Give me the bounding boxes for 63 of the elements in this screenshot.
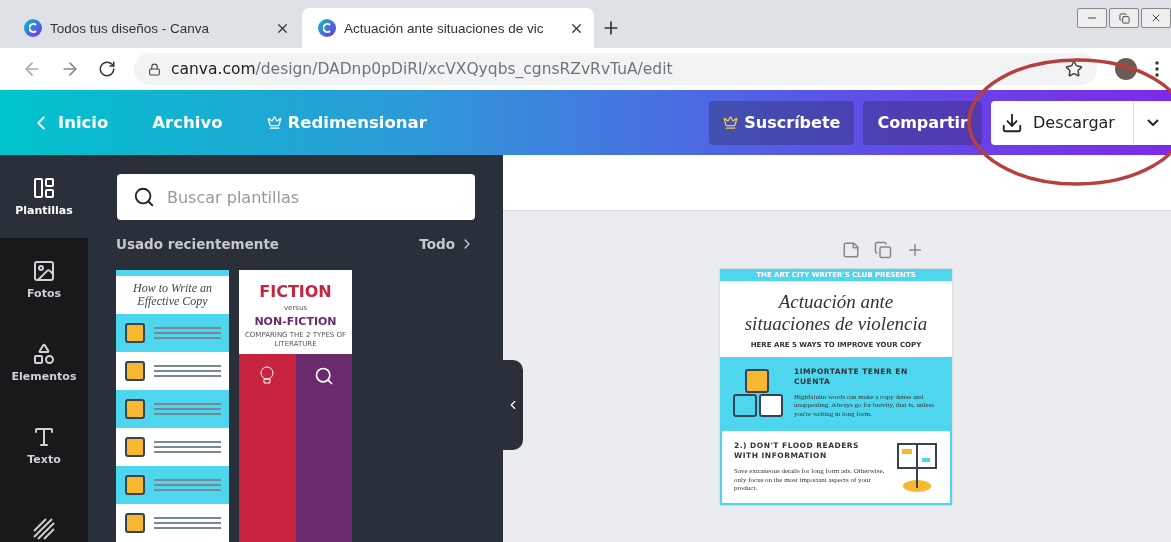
browser-tab[interactable]: Todos tus diseños - Canva	[8, 8, 300, 48]
download-options-button[interactable]	[1133, 100, 1171, 145]
template-title: FICTION	[258, 282, 333, 301]
templates-icon	[32, 176, 56, 200]
sidebar-item[interactable]: Elementos	[0, 321, 88, 404]
note-icon[interactable]	[842, 241, 860, 259]
search-field[interactable]: Buscar plantillas	[117, 174, 475, 220]
search-icon	[133, 186, 155, 208]
close-window-button[interactable]	[1141, 8, 1171, 28]
text-lines-drawing	[154, 441, 221, 454]
sidebar-item[interactable]: Plantillas	[0, 155, 88, 238]
restore-icon	[1118, 12, 1130, 24]
abc-blocks-icon	[732, 367, 784, 418]
more-icon	[1155, 61, 1159, 77]
illustration-icon	[124, 322, 146, 345]
restore-button[interactable]	[1109, 8, 1139, 28]
lightbulb-icon	[259, 366, 276, 387]
address-bar[interactable]: canva.com/design/DADnp0pDiRI/xcVXQyqbs_cgnsRZvRvTuA/edit	[134, 53, 1097, 85]
template-title: How to Write an Effective Copy	[132, 280, 213, 311]
download-button[interactable]: Descargar	[991, 100, 1133, 145]
share-button[interactable]: Compartir	[863, 100, 982, 145]
book-icon	[896, 442, 938, 493]
text-lines-drawing	[154, 517, 221, 530]
template-thumbnail[interactable]: How to Write an Effective Copy	[116, 270, 229, 542]
crown-icon	[723, 115, 739, 130]
download-icon	[1001, 111, 1023, 134]
text-lines-drawing	[154, 365, 221, 378]
stripes-icon	[32, 516, 56, 541]
reload-button[interactable]	[98, 60, 116, 78]
design-title: Actuación ante situaciones de violencia	[743, 290, 929, 336]
sidebar-item[interactable]: Texto	[0, 404, 88, 487]
browser-tab[interactable]: Actuación ante situaciones de vic	[302, 8, 594, 48]
illustration-icon	[124, 398, 146, 421]
text-lines-drawing	[154, 327, 221, 340]
collapse-panel-button[interactable]	[503, 360, 523, 450]
magnifier-icon	[313, 366, 334, 387]
see-all-link[interactable]: Todo	[419, 236, 475, 252]
minimize-button[interactable]	[1077, 8, 1107, 28]
menu-button[interactable]	[1155, 61, 1159, 77]
reload-icon	[98, 60, 116, 78]
canva-logo-icon	[24, 19, 42, 37]
crown-icon	[266, 115, 282, 130]
shapes-icon	[32, 342, 56, 366]
url-text: canva.com/design/DADnp0pDiRI/xcVXQyqbs_cgnsRZvRvTuA/edit	[171, 60, 673, 78]
close-icon	[1150, 12, 1162, 24]
image-icon	[32, 259, 56, 283]
bookmark-star-icon[interactable]	[1065, 60, 1083, 78]
illustration-icon	[124, 512, 146, 535]
design-page[interactable]	[720, 269, 952, 506]
section-title: Usado recientemente	[116, 236, 279, 252]
sidebar-item[interactable]: Fotos	[0, 238, 88, 321]
illustration-icon	[124, 436, 146, 459]
illustration-icon	[124, 360, 146, 383]
subscribe-button[interactable]: Suscríbete	[709, 100, 855, 145]
text-icon	[32, 425, 56, 449]
text-lines-drawing	[154, 403, 221, 416]
canva-logo-icon	[318, 19, 336, 37]
illustration-icon	[124, 474, 146, 497]
template-title: NON-FICTION	[253, 315, 338, 329]
duplicate-icon[interactable]	[874, 241, 892, 259]
text-lines-drawing	[154, 479, 221, 492]
chevron-down-icon	[1146, 119, 1159, 126]
lock-icon	[148, 62, 161, 76]
